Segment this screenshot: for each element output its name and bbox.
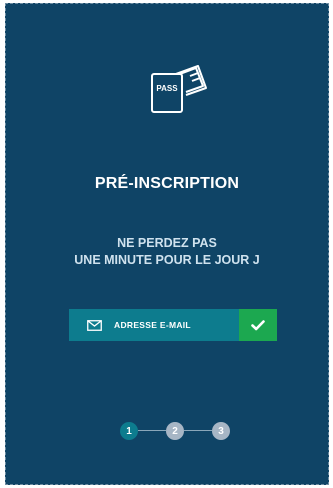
subtitle-line-2: UNE MINUTE POUR LE JOUR J bbox=[74, 253, 260, 267]
subtitle: NE PERDEZ PAS UNE MINUTE POUR LE JOUR J bbox=[6, 235, 328, 269]
submit-button[interactable] bbox=[239, 309, 277, 341]
step-connector bbox=[184, 430, 212, 431]
page-title: PRÉ-INSCRIPTION bbox=[94, 175, 240, 192]
step-3[interactable]: 3 bbox=[212, 422, 230, 440]
email-field[interactable]: ADRESSE E-MAIL bbox=[69, 309, 239, 341]
email-signup-bar: ADRESSE E-MAIL bbox=[69, 309, 277, 341]
step-connector bbox=[138, 430, 166, 431]
pass-card-label: PASS bbox=[156, 84, 178, 93]
check-icon bbox=[251, 319, 265, 330]
step-indicator: 1 2 3 bbox=[120, 420, 230, 442]
pass-card-icon: PASS bbox=[151, 65, 207, 113]
mail-icon bbox=[87, 319, 102, 331]
step-2[interactable]: 2 bbox=[166, 422, 184, 440]
step-1[interactable]: 1 bbox=[120, 422, 138, 440]
subtitle-line-1: NE PERDEZ PAS bbox=[117, 236, 217, 250]
email-placeholder: ADRESSE E-MAIL bbox=[114, 320, 191, 330]
preregistration-card: PASS PRÉ-INSCRIPTION NE PERDEZ PAS UNE M… bbox=[5, 3, 329, 485]
